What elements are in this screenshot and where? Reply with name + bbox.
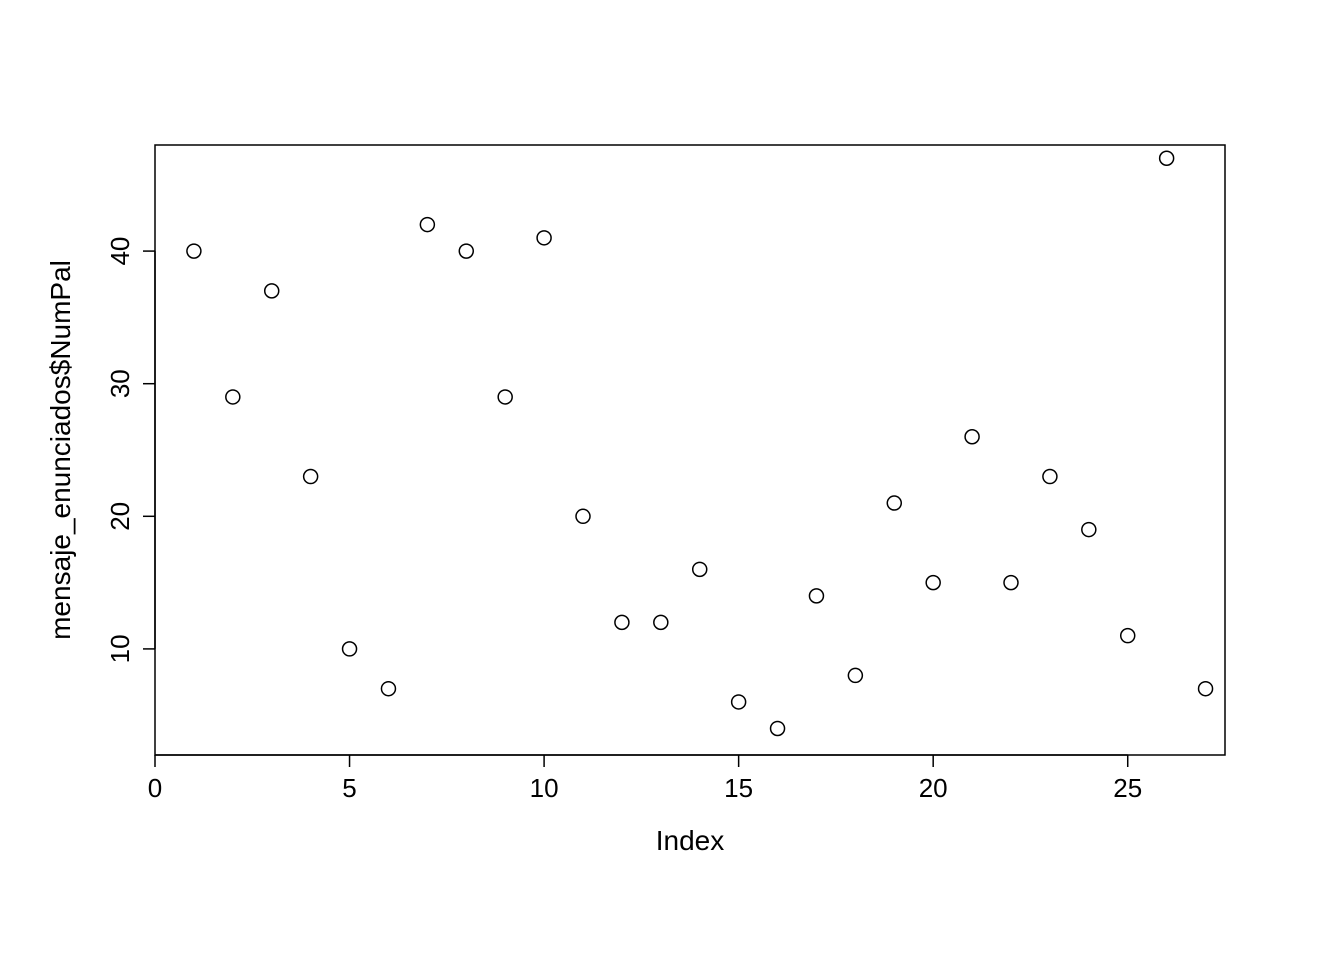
data-point (848, 668, 862, 682)
data-point (809, 589, 823, 603)
scatter-chart: 0 5 10 15 20 25 10 20 30 40 Index mensaje_enunciado… (0, 0, 1344, 960)
data-point (926, 576, 940, 590)
x-tick-label: 15 (724, 773, 753, 803)
x-axis-label: Index (656, 825, 725, 856)
y-tick-label: 40 (105, 237, 135, 266)
x-tick-label: 5 (342, 773, 356, 803)
data-point (187, 244, 201, 258)
data-point (1121, 629, 1135, 643)
data-point (1004, 576, 1018, 590)
data-point (343, 642, 357, 656)
data-point (771, 721, 785, 735)
data-point (459, 244, 473, 258)
x-tick-label: 25 (1113, 773, 1142, 803)
data-point (693, 562, 707, 576)
data-point (576, 509, 590, 523)
chart-svg: 0 5 10 15 20 25 10 20 30 40 Index mensaje_enunciado… (0, 0, 1344, 960)
data-point (537, 231, 551, 245)
data-point (226, 390, 240, 404)
y-axis-label: mensaje_enunciados$NumPal (45, 260, 76, 640)
plot-border (155, 145, 1225, 755)
x-tick-label: 10 (530, 773, 559, 803)
data-point (304, 470, 318, 484)
data-point (615, 615, 629, 629)
data-point (381, 682, 395, 696)
data-point (1082, 523, 1096, 537)
data-point (965, 430, 979, 444)
x-tick-label: 20 (919, 773, 948, 803)
data-point (265, 284, 279, 298)
y-tick-label: 10 (105, 634, 135, 663)
data-point (887, 496, 901, 510)
data-point (420, 218, 434, 232)
x-tick-label: 0 (148, 773, 162, 803)
data-point (1043, 470, 1057, 484)
data-point (498, 390, 512, 404)
data-point (1199, 682, 1213, 696)
data-point (1160, 151, 1174, 165)
data-point (732, 695, 746, 709)
y-tick-label: 20 (105, 502, 135, 531)
y-tick-label: 30 (105, 369, 135, 398)
data-point (654, 615, 668, 629)
